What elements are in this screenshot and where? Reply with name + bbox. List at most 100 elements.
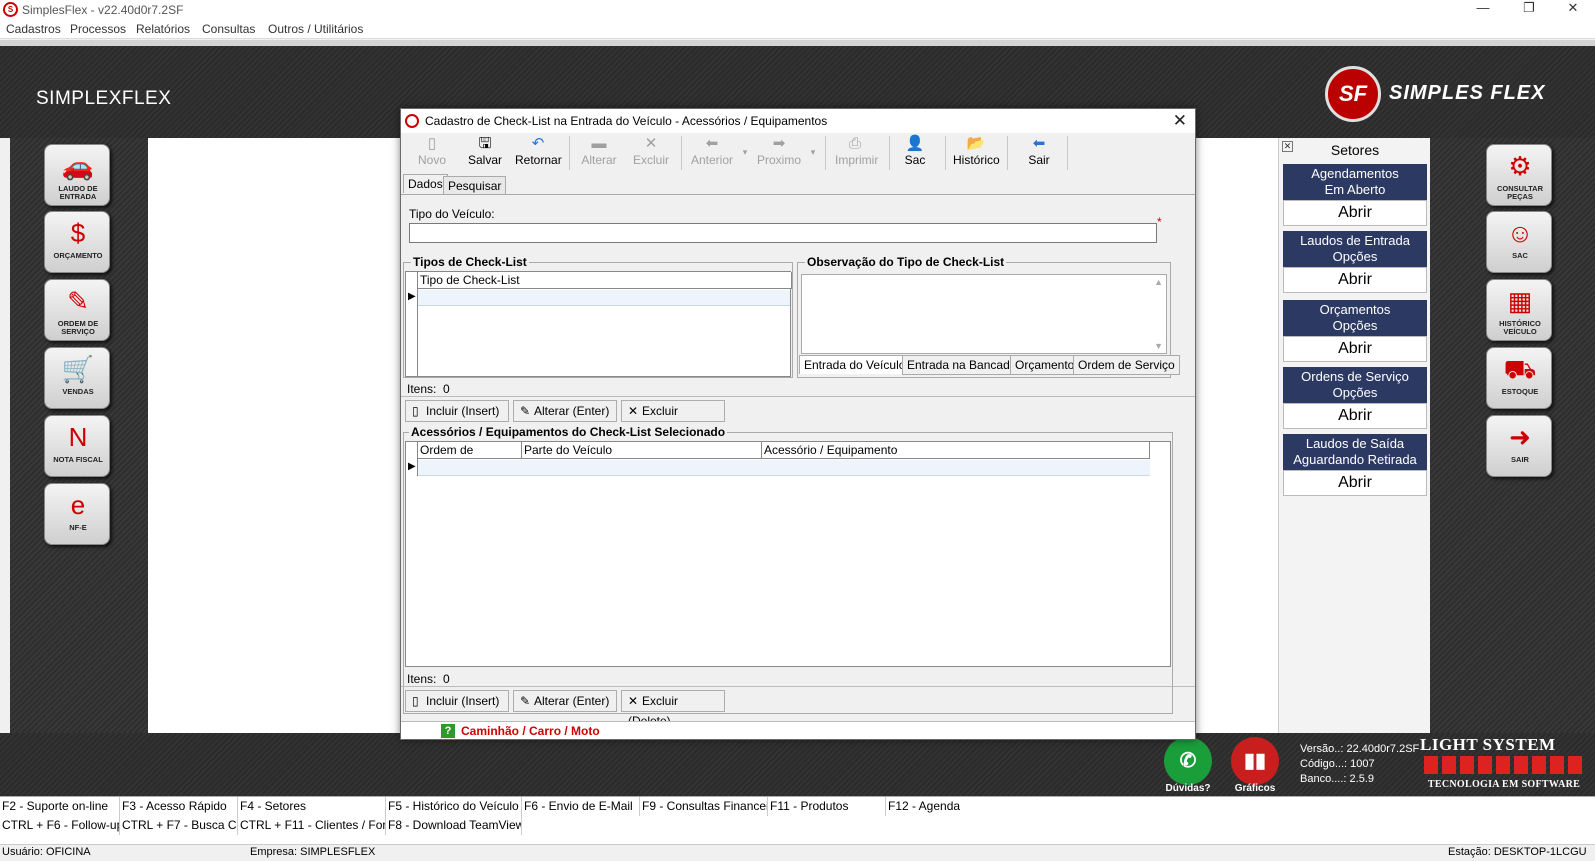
fkey-f6[interactable]: F6 - Envio de E-Mail xyxy=(522,797,640,816)
app-logo-icon: S xyxy=(3,2,18,17)
fkey-f11[interactable]: F11 - Produtos xyxy=(768,797,886,816)
chevron-down-icon[interactable]: ▾ xyxy=(807,147,819,159)
tipo-veiculo-input[interactable] xyxy=(409,223,1157,243)
col-ordem-checagem[interactable]: Ordem de Checagem xyxy=(418,442,522,473)
excluir-acessorio-button[interactable]: ✕Excluir (Delete) xyxy=(621,690,725,728)
alterar-button[interactable]: ▬ Alterar xyxy=(579,135,619,171)
historico-button[interactable]: 📂 Histórico xyxy=(953,135,1000,171)
scroll-up-icon[interactable]: ▲ xyxy=(1154,277,1163,287)
menu-relatorios[interactable]: Relatórios xyxy=(136,22,190,36)
novo-button[interactable]: ▯ Novo xyxy=(417,135,447,171)
fkey-ctrl-f7[interactable]: CTRL + F7 - Busca CEP xyxy=(120,816,238,835)
calendar-car-icon: ▦ xyxy=(1507,286,1533,316)
setor-title: Orçamentos xyxy=(1319,302,1391,317)
abrir-button[interactable]: Abrir xyxy=(1283,403,1427,429)
excluir-item-button[interactable]: ✕Excluir (Delete) xyxy=(621,400,725,438)
acessorios-title: Acessórios / Equipamentos do Check-List … xyxy=(409,425,728,439)
incluir-acessorio-button[interactable]: ▯ Incluir (Insert) xyxy=(405,690,509,712)
ordem-servico-button[interactable]: ✎ ORDEM DE SERVIÇO xyxy=(44,279,110,341)
tab-ordem-servico[interactable]: Ordem de Serviço xyxy=(1073,355,1180,375)
incluir-button[interactable]: ▯ Incluir (Insert) xyxy=(405,400,509,422)
tab-orcamento[interactable]: Orçamento xyxy=(1010,355,1080,375)
retornar-button[interactable]: ↶ Retornar xyxy=(515,135,562,171)
tipos-checklist-title: Tipos de Check-List xyxy=(411,255,529,269)
abrir-button[interactable]: Abrir xyxy=(1283,336,1427,362)
consultar-pecas-button[interactable]: ⚙ CONSULTAR PEÇAS xyxy=(1486,144,1552,206)
table-row[interactable] xyxy=(418,460,1150,476)
fkey-f9[interactable]: F9 - Consultas Financeiras xyxy=(640,797,768,816)
minimize-icon[interactable]: — xyxy=(1460,0,1506,20)
sair-button[interactable]: ➜ SAIR xyxy=(1486,415,1552,477)
delete-icon: ✕ xyxy=(628,694,639,708)
col-acessorio-equipamento[interactable]: Acessório / Equipamento xyxy=(762,442,1150,459)
menu-outros[interactable]: Outros / Utilitários xyxy=(268,22,363,36)
vendas-button[interactable]: 🛒 VENDAS xyxy=(44,347,110,409)
chevron-down-icon[interactable]: ▾ xyxy=(739,147,751,159)
abrir-button[interactable]: Abrir xyxy=(1283,200,1427,226)
alterar-acessorio-button[interactable]: ✎ Alterar (Enter) xyxy=(513,690,617,712)
restore-icon[interactable]: ❐ xyxy=(1506,0,1552,20)
close-window-icon[interactable]: ✕ xyxy=(1550,0,1595,20)
imprimir-button[interactable]: ⎙ Imprimir xyxy=(835,135,878,171)
estacao-text: Estação: DESKTOP-1LCGU xyxy=(1448,846,1587,858)
laudo-entrada-button[interactable]: 🚗 LAUDO DE ENTRADA xyxy=(44,144,110,206)
fkey-ctrl-f6[interactable]: CTRL + F6 - Follow-up xyxy=(0,816,120,835)
anterior-button[interactable]: ⬅ Anterior xyxy=(691,135,733,171)
menu-processos[interactable]: Processos xyxy=(70,22,126,36)
orcamento-button[interactable]: $ ORÇAMENTO xyxy=(44,211,110,273)
fkey-f2[interactable]: F2 - Suporte on-line xyxy=(0,797,120,816)
tab-pesquisar[interactable]: Pesquisar xyxy=(443,176,507,195)
sac-toolbar-button[interactable]: 👤 Sac xyxy=(897,135,933,171)
row-pointer-icon: ▶ xyxy=(408,461,416,472)
historico-veiculo-button[interactable]: ▦ HISTÓRICO VEÍCULO xyxy=(1486,279,1552,341)
new-doc-icon: ▯ xyxy=(412,404,419,418)
fkey-f3[interactable]: F3 - Acesso Rápido xyxy=(120,797,238,816)
exit-icon: ➜ xyxy=(1509,422,1531,452)
tipo-veiculo-label: Tipo do Veículo: xyxy=(409,207,495,221)
observacao-textarea[interactable]: ▲ ▼ xyxy=(801,274,1167,354)
fkey-f12[interactable]: F12 - Agenda xyxy=(886,797,1006,816)
chart-icon[interactable]: ▮▮ xyxy=(1231,737,1279,785)
nota-fiscal-button[interactable]: N NOTA FISCAL xyxy=(44,415,110,477)
app-logo-icon xyxy=(405,114,419,128)
menu-consultas[interactable]: Consultas xyxy=(202,22,255,36)
fkey-f8[interactable]: F8 - Download TeamViewer xyxy=(386,816,522,835)
window-title: SimplesFlex - v22.40d0r7.2SF xyxy=(22,3,184,17)
delete-icon: ✕ xyxy=(644,135,658,152)
whatsapp-icon[interactable]: ✆ xyxy=(1164,737,1212,785)
invoice-icon: N xyxy=(68,422,88,452)
tipos-checklist-grid[interactable]: Tipo de Check-List ▶ xyxy=(405,271,792,377)
fkey-f5[interactable]: F5 - Histórico do Veículo xyxy=(386,797,522,816)
col-tipo-checklist[interactable]: Tipo de Check-List xyxy=(418,272,792,289)
nfe-button[interactable]: e NF-E xyxy=(44,483,110,545)
help-icon[interactable]: ? xyxy=(441,724,455,738)
sair-toolbar-button[interactable]: ⬅ Sair xyxy=(1025,135,1053,171)
menu-cadastros[interactable]: Cadastros xyxy=(6,22,61,36)
excluir-button[interactable]: ✕ Excluir xyxy=(631,135,671,171)
logo-text: SIMPLES FLEX xyxy=(1389,82,1546,104)
fkey-ctrl-f11[interactable]: CTRL + F11 - Clientes / Fornecedores xyxy=(238,816,386,835)
col-parte-veiculo[interactable]: Parte do Veículo xyxy=(522,442,762,459)
abrir-button[interactable]: Abrir xyxy=(1283,470,1427,496)
setor-subtitle: Aguardando Retirada xyxy=(1293,452,1417,467)
close-dialog-icon[interactable]: ✕ xyxy=(1173,111,1187,131)
alterar-item-button[interactable]: ✎ Alterar (Enter) xyxy=(513,400,617,422)
versao-text: Versão..: 22.40d0r7.2SF xyxy=(1300,743,1420,755)
tab-entrada-bancada[interactable]: Entrada na Bancada xyxy=(902,355,1022,375)
fkey-f4[interactable]: F4 - Setores xyxy=(238,797,386,816)
estoque-button[interactable]: ⛟ ESTOQUE xyxy=(1486,347,1552,409)
scroll-down-icon[interactable]: ▼ xyxy=(1154,341,1163,351)
table-row[interactable] xyxy=(418,290,790,306)
delete-icon: ✕ xyxy=(628,404,639,418)
tab-dados[interactable]: Dados xyxy=(403,174,448,193)
salvar-button[interactable]: 🖫 Salvar xyxy=(467,135,503,171)
setores-title: Setores xyxy=(1330,142,1380,158)
person-icon: 👤 xyxy=(905,135,925,152)
tab-entrada-veiculo[interactable]: Entrada do Veículo xyxy=(799,355,911,374)
abrir-button[interactable]: Abrir xyxy=(1283,267,1427,293)
proximo-button[interactable]: ➡ Proximo xyxy=(757,135,801,171)
nfe-icon: e xyxy=(70,490,86,520)
sac-button[interactable]: ☺ SAC xyxy=(1486,211,1552,273)
acessorios-grid[interactable]: Ordem de Checagem Parte do Veículo Acess… xyxy=(405,441,1171,667)
light-system-title: LIGHT SYSTEM xyxy=(1420,735,1556,754)
